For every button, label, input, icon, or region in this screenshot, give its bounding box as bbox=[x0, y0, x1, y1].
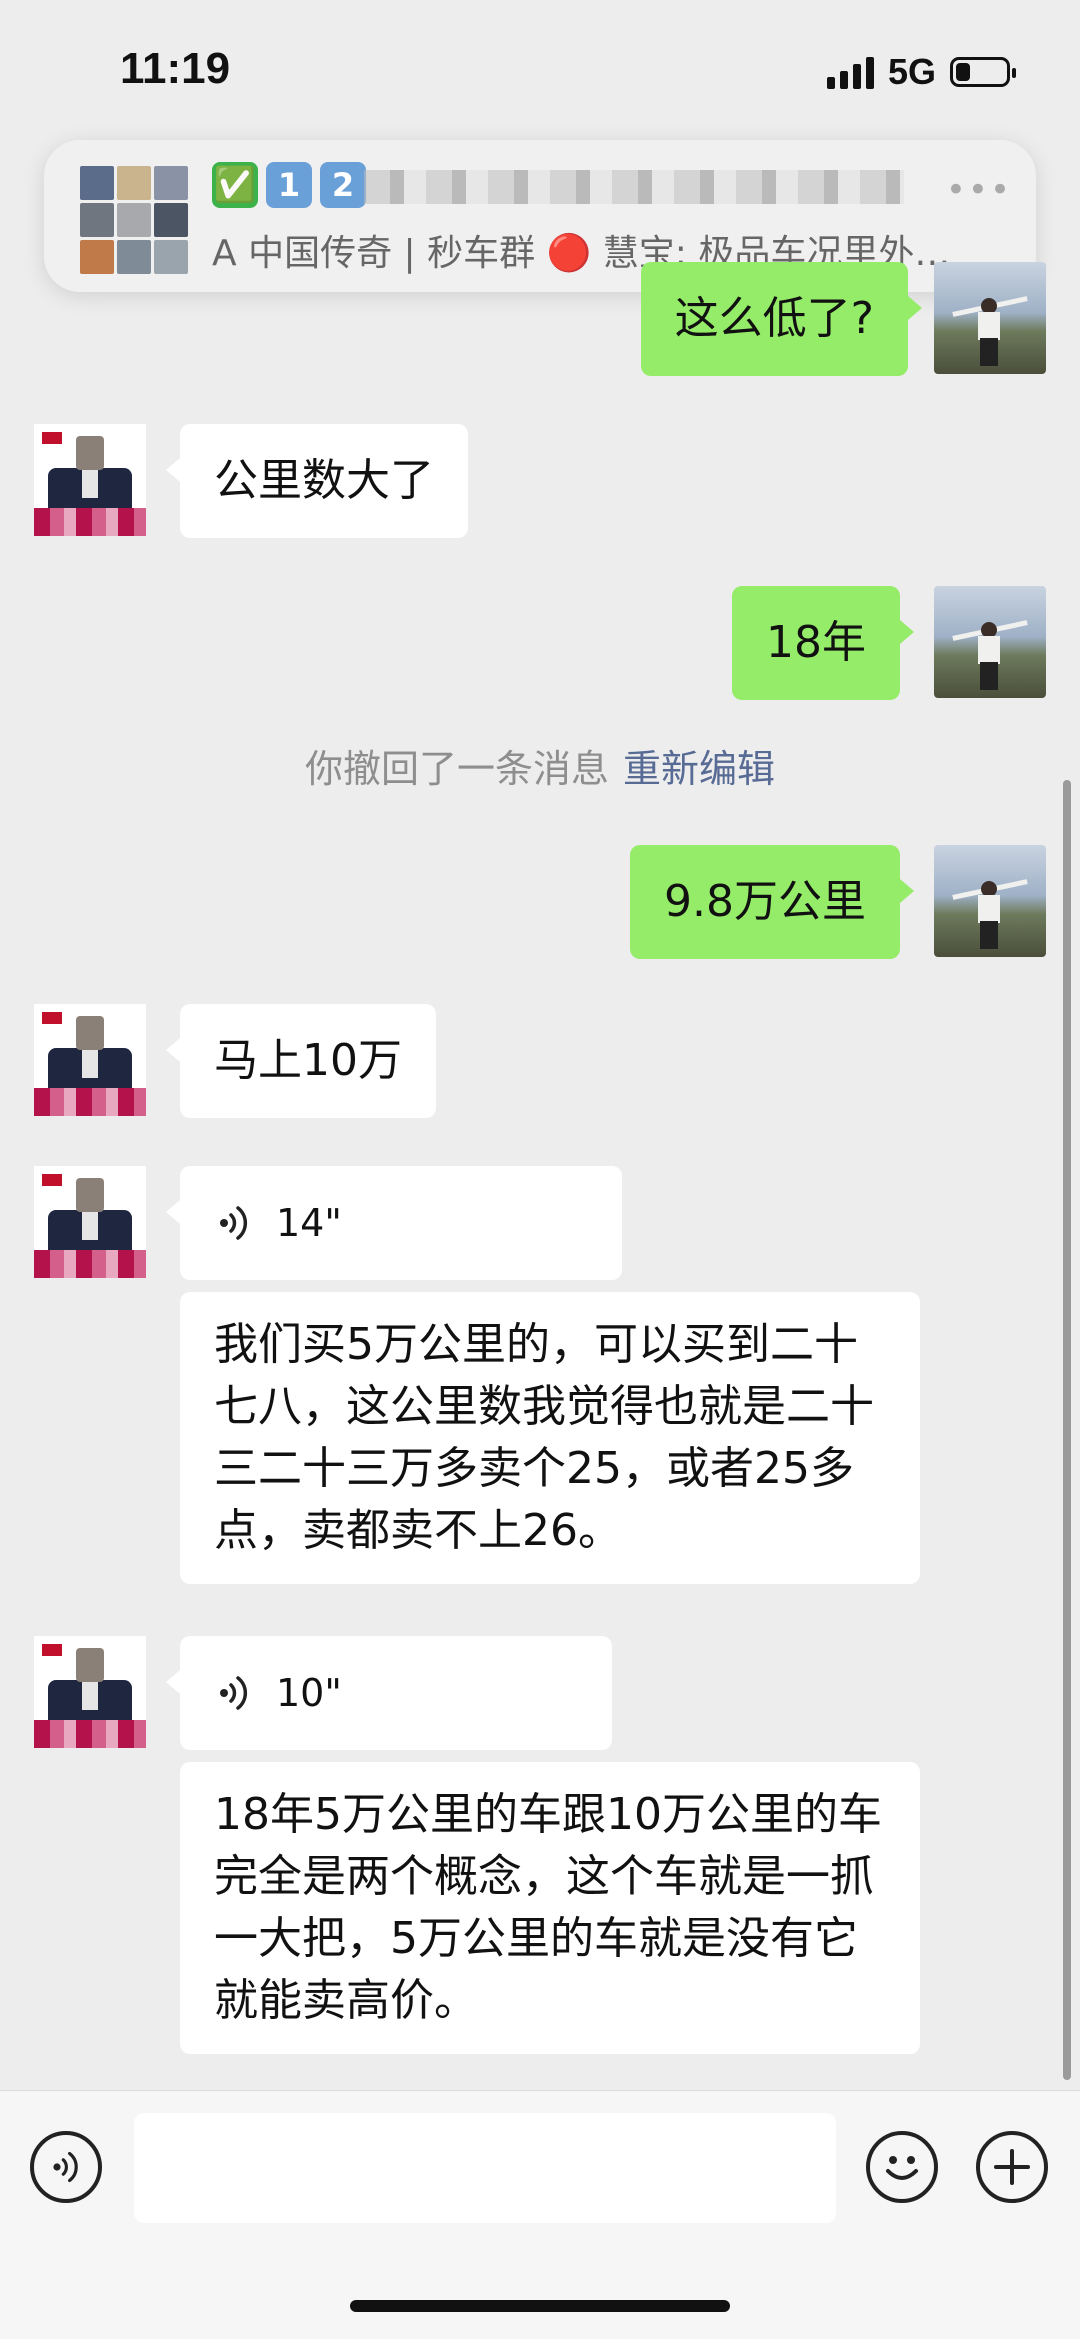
contact-avatar[interactable] bbox=[34, 1636, 146, 1748]
voice-wave-icon bbox=[220, 1676, 248, 1710]
message-text: 9.8万公里 bbox=[664, 876, 866, 927]
contact-avatar[interactable] bbox=[34, 1004, 146, 1116]
signal-icon bbox=[826, 55, 874, 89]
message-outgoing[interactable]: 这么低了? bbox=[640, 262, 923, 376]
more-dots-icon[interactable]: ••• bbox=[946, 170, 1012, 210]
status-indicators: 5G bbox=[826, 51, 1016, 92]
notification-preview: A 中国传奇 | 秒车群 🔴 慧宝: 极品车况里外… bbox=[212, 233, 951, 274]
keycap-one-icon: 1 bbox=[266, 162, 312, 208]
message-text: 18年 bbox=[766, 617, 866, 668]
plus-icon[interactable] bbox=[976, 2131, 1048, 2203]
voice-input-icon[interactable] bbox=[30, 2131, 102, 2203]
blurred-group-name bbox=[364, 170, 904, 204]
group-avatar bbox=[80, 166, 188, 274]
my-avatar[interactable] bbox=[934, 262, 1046, 374]
keycap-two-icon: 2 bbox=[320, 162, 366, 208]
re-edit-link[interactable]: 重新编辑 bbox=[623, 747, 775, 791]
message-text: 马上10万 bbox=[214, 1035, 402, 1086]
my-avatar[interactable] bbox=[934, 845, 1046, 957]
battery-level bbox=[956, 63, 970, 81]
message-text: 这么低了? bbox=[674, 293, 874, 344]
message-text: 公里数大了 bbox=[214, 455, 434, 506]
voice-transcript[interactable]: 我们买5万公里的，可以买到二十七八，这公里数我觉得也就是二十三二十三万多卖个25… bbox=[180, 1292, 920, 1584]
voice-message[interactable]: 14" bbox=[166, 1166, 622, 1280]
network-type: 5G bbox=[887, 51, 936, 92]
battery-icon bbox=[950, 57, 1016, 87]
recall-text: 你撤回了一条消息 bbox=[304, 747, 609, 791]
message-text: 我们买5万公里的，可以买到二十七八，这公里数我觉得也就是二十三二十三万多卖个25… bbox=[214, 1319, 874, 1556]
voice-transcript[interactable]: 18年5万公里的车跟10万公里的车完全是两个概念，这个车就是一抓一大把，5万公里… bbox=[180, 1762, 920, 2054]
check-emoji-icon: ✅ bbox=[212, 162, 258, 208]
message-input[interactable] bbox=[134, 2113, 836, 2223]
message-text: 18年5万公里的车跟10万公里的车完全是两个概念，这个车就是一抓一大把，5万公里… bbox=[214, 1789, 882, 2026]
voice-duration: 14" bbox=[276, 1201, 342, 1245]
message-incoming[interactable]: 公里数大了 bbox=[166, 424, 468, 538]
voice-message[interactable]: 10" bbox=[166, 1636, 612, 1750]
status-bar: 11:19 5G bbox=[0, 0, 1080, 140]
scrollbar[interactable] bbox=[1063, 780, 1071, 2080]
message-outgoing[interactable]: 9.8万公里 bbox=[630, 845, 914, 959]
home-indicator[interactable] bbox=[350, 2300, 730, 2312]
voice-duration: 10" bbox=[276, 1671, 342, 1715]
emoji-icon[interactable] bbox=[866, 2131, 938, 2203]
voice-wave-icon bbox=[220, 1206, 248, 1240]
contact-avatar[interactable] bbox=[34, 1166, 146, 1278]
message-outgoing[interactable]: 18年 bbox=[732, 586, 914, 700]
status-time: 11:19 bbox=[120, 44, 231, 93]
recalled-message-notice: 你撤回了一条消息 重新编辑 bbox=[0, 738, 1080, 793]
contact-avatar[interactable] bbox=[34, 424, 146, 536]
group-name-emojis: ✅ 1 2 bbox=[212, 162, 366, 208]
my-avatar[interactable] bbox=[934, 586, 1046, 698]
message-incoming[interactable]: 马上10万 bbox=[166, 1004, 436, 1118]
